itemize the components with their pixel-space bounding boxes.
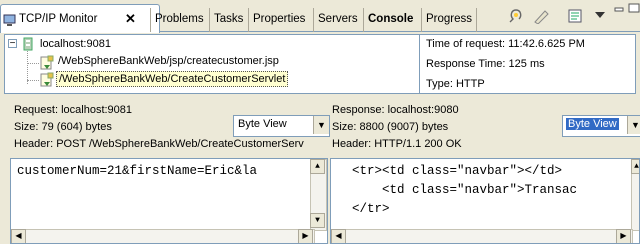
preferences-icon[interactable] — [566, 7, 584, 28]
tree-host[interactable]: localhost:9081 — [40, 38, 111, 50]
properties-icon[interactable] — [507, 8, 525, 27]
tree-connector — [27, 80, 39, 81]
view-menu-icon[interactable] — [594, 10, 606, 23]
vertical-scrollbar[interactable]: ▲ — [631, 159, 639, 231]
horizontal-scrollbar[interactable]: ◀ ▶ — [331, 229, 633, 243]
scroll-down-icon[interactable]: ▼ — [310, 213, 325, 228]
tab-label: Console — [368, 13, 414, 25]
collapse-icon[interactable]: − — [8, 39, 17, 49]
response-header: Header: HTTP/1.1 200 OK — [332, 138, 462, 150]
request-header: Header: POST /WebSphereBankWeb/CreateCus… — [14, 138, 304, 150]
request-body-text: customerNum=21&firstName=Eric&la — [17, 164, 258, 178]
response-size: Size: 8800 (9007) bytes — [332, 121, 449, 133]
request-type: Type: HTTP — [426, 78, 485, 90]
tab-label: Tasks — [214, 13, 244, 25]
scroll-right-icon[interactable]: ▶ — [298, 229, 313, 243]
maximize-icon[interactable] — [628, 3, 640, 16]
chevron-down-icon[interactable]: ▼ — [313, 116, 329, 134]
tab-servers[interactable]: Servers — [313, 8, 362, 32]
scroll-right-icon[interactable]: ▶ — [616, 229, 631, 243]
response-view-value: Byte View — [566, 118, 619, 130]
vertical-scrollbar[interactable]: ▲ ▼ — [310, 159, 327, 231]
response-body-line: <tr><td class="navbar"></td> — [337, 164, 563, 178]
response-label: Response: localhost:9080 — [332, 104, 459, 116]
tab-problems[interactable]: Problems — [150, 8, 208, 32]
tab-properties[interactable]: Properties — [248, 8, 309, 32]
scroll-up-icon[interactable]: ▲ — [631, 159, 639, 174]
time-of-request: Time of request: 11:42.6.625 PM — [426, 38, 585, 50]
horizontal-scrollbar[interactable]: ◀ ▶ — [11, 229, 315, 243]
tab-label: TCP/IP Monitor — [19, 13, 98, 25]
tab-label: Servers — [318, 13, 358, 25]
tab-console[interactable]: Console — [363, 8, 417, 32]
response-view-select[interactable]: Byte View ▼ — [562, 115, 640, 137]
tab-label: Problems — [155, 13, 204, 25]
request-view-select[interactable]: Byte View ▼ — [233, 115, 330, 137]
minimize-icon[interactable] — [614, 3, 624, 15]
tab-tasks[interactable]: Tasks — [209, 8, 247, 32]
tab-label: Progress — [426, 13, 473, 25]
monitor-icon — [3, 11, 16, 26]
tree-request-item-selected[interactable]: /WebSphereBankWeb/CreateCustomerServlet — [56, 71, 289, 87]
request-size: Size: 79 (604) bytes — [14, 121, 112, 133]
request-tree[interactable]: − localhost:9081 /WebSphereBankWeb/jsp/c… — [4, 34, 420, 94]
tree-request-item[interactable]: /WebSphereBankWeb/jsp/createcustomer.jsp — [58, 55, 279, 67]
request-body[interactable]: customerNum=21&firstName=Eric&la ▲ ▼ ◀ ▶ — [10, 158, 328, 244]
tab-label: Properties — [253, 13, 306, 25]
request-icon — [39, 72, 55, 91]
request-view-value: Byte View — [238, 118, 287, 130]
chevron-down-icon[interactable]: ▼ — [627, 116, 640, 134]
scroll-up-icon[interactable]: ▲ — [310, 159, 325, 174]
scroll-left-icon[interactable]: ◀ — [11, 229, 26, 243]
close-icon[interactable]: ✕ — [125, 6, 136, 32]
scroll-left-icon[interactable]: ◀ — [331, 229, 346, 243]
response-body-line: <td class="navbar">Transac — [337, 183, 578, 197]
tab-tcpip-monitor[interactable]: TCP/IP Monitor ✕ — [0, 4, 160, 33]
response-time: Response Time: 125 ms — [426, 58, 545, 70]
response-body-line: </tr> — [337, 202, 390, 216]
tab-progress[interactable]: Progress — [421, 8, 478, 32]
tree-connector — [27, 63, 39, 64]
view-tab-bar: TCP/IP Monitor ✕ Problems Tasks Properti… — [0, 0, 640, 33]
clear-icon[interactable] — [532, 8, 550, 27]
server-icon — [22, 37, 34, 54]
response-body[interactable]: <tr><td class="navbar"></td> <td class="… — [330, 158, 640, 244]
request-info-panel: Time of request: 11:42.6.625 PM Response… — [420, 34, 636, 94]
